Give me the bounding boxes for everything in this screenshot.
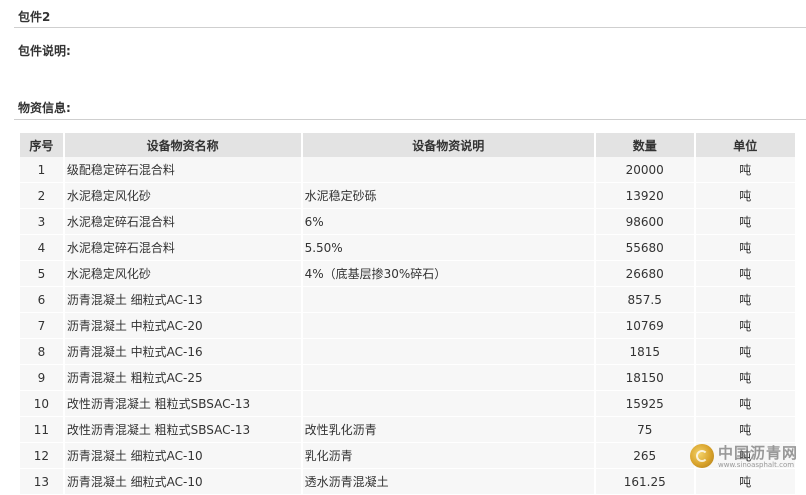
cell-quantity: 265 — [595, 443, 694, 469]
cell-unit: 吨 — [695, 391, 795, 417]
cell-unit: 吨 — [695, 209, 795, 235]
header-unit: 单位 — [695, 133, 795, 157]
package-title: 包件2 — [18, 10, 51, 24]
cell-no: 1 — [20, 157, 63, 183]
table-row: 2 水泥稳定风化砂 水泥稳定砂砾 13920 吨 — [20, 183, 795, 209]
cell-quantity: 13920 — [595, 183, 694, 209]
header-description: 设备物资说明 — [302, 133, 594, 157]
cell-unit: 吨 — [695, 157, 795, 183]
watermark-text: 中国沥青网 — [718, 444, 799, 462]
cell-name: 沥青混凝土 细粒式AC-10 — [64, 443, 301, 469]
cell-quantity: 55680 — [595, 235, 694, 261]
table-row: 11 改性沥青混凝土 粗粒式SBSAC-13 改性乳化沥青 75 吨 — [20, 417, 795, 443]
header-no: 序号 — [20, 133, 63, 157]
cell-no: 4 — [20, 235, 63, 261]
materials-table: 序号 设备物资名称 设备物资说明 数量 单位 1 级配稳定碎石混合料 20000 吨 2… — [18, 133, 797, 495]
cell-quantity: 18150 — [595, 365, 694, 391]
materials-divider — [14, 119, 806, 120]
cell-name: 水泥稳定风化砂 — [64, 261, 301, 287]
cell-name: 级配稳定碎石混合料 — [64, 157, 301, 183]
table-header-row: 序号 设备物资名称 设备物资说明 数量 单位 — [20, 133, 795, 157]
package-description-label: 包件说明: — [18, 44, 71, 58]
table-row: 3 水泥稳定碎石混合料 6% 98600 吨 — [20, 209, 795, 235]
cell-no: 8 — [20, 339, 63, 365]
cell-description: 乳化沥青 — [302, 443, 594, 469]
cell-no: 2 — [20, 183, 63, 209]
cell-name: 水泥稳定碎石混合料 — [64, 209, 301, 235]
table-row: 6 沥青混凝土 细粒式AC-13 857.5 吨 — [20, 287, 795, 313]
cell-no: 7 — [20, 313, 63, 339]
header-name: 设备物资名称 — [64, 133, 301, 157]
cell-quantity: 161.25 — [595, 469, 694, 495]
cell-quantity: 1815 — [595, 339, 694, 365]
asphalt-logo-icon — [690, 444, 714, 468]
cell-unit: 吨 — [695, 417, 795, 443]
cell-no: 9 — [20, 365, 63, 391]
cell-name: 沥青混凝土 粗粒式AC-25 — [64, 365, 301, 391]
cell-quantity: 98600 — [595, 209, 694, 235]
cell-no: 6 — [20, 287, 63, 313]
cell-name: 水泥稳定碎石混合料 — [64, 235, 301, 261]
watermark-url: www.sinoasphalt.com — [718, 461, 795, 469]
cell-unit: 吨 — [695, 339, 795, 365]
cell-description — [302, 365, 594, 391]
cell-no: 13 — [20, 469, 63, 495]
cell-description: 4%（底基层掺30%碎石） — [302, 261, 594, 287]
cell-description — [302, 287, 594, 313]
cell-unit: 吨 — [695, 365, 795, 391]
cell-name: 沥青混凝土 中粒式AC-16 — [64, 339, 301, 365]
cell-quantity: 857.5 — [595, 287, 694, 313]
cell-description: 5.50% — [302, 235, 594, 261]
table-row: 1 级配稳定碎石混合料 20000 吨 — [20, 157, 795, 183]
cell-no: 3 — [20, 209, 63, 235]
cell-description: 透水沥青混凝土 — [302, 469, 594, 495]
cell-description: 6% — [302, 209, 594, 235]
cell-unit: 吨 — [695, 183, 795, 209]
cell-name: 改性沥青混凝土 粗粒式SBSAC-13 — [64, 391, 301, 417]
title-divider — [14, 27, 806, 28]
table-row: 13 沥青混凝土 细粒式AC-10 透水沥青混凝土 161.25 吨 — [20, 469, 795, 495]
cell-no: 11 — [20, 417, 63, 443]
cell-quantity: 75 — [595, 417, 694, 443]
cell-name: 沥青混凝土 中粒式AC-20 — [64, 313, 301, 339]
table-row: 12 沥青混凝土 细粒式AC-10 乳化沥青 265 吨 — [20, 443, 795, 469]
cell-name: 沥青混凝土 细粒式AC-10 — [64, 469, 301, 495]
table-row: 4 水泥稳定碎石混合料 5.50% 55680 吨 — [20, 235, 795, 261]
cell-description: 改性乳化沥青 — [302, 417, 594, 443]
cell-quantity: 10769 — [595, 313, 694, 339]
table-row: 9 沥青混凝土 粗粒式AC-25 18150 吨 — [20, 365, 795, 391]
cell-name: 改性沥青混凝土 粗粒式SBSAC-13 — [64, 417, 301, 443]
cell-unit: 吨 — [695, 261, 795, 287]
cell-description — [302, 339, 594, 365]
cell-quantity: 15925 — [595, 391, 694, 417]
table-row: 8 沥青混凝土 中粒式AC-16 1815 吨 — [20, 339, 795, 365]
header-quantity: 数量 — [595, 133, 694, 157]
table-row: 7 沥青混凝土 中粒式AC-20 10769 吨 — [20, 313, 795, 339]
cell-unit: 吨 — [695, 235, 795, 261]
cell-no: 12 — [20, 443, 63, 469]
cell-no: 5 — [20, 261, 63, 287]
cell-description: 水泥稳定砂砾 — [302, 183, 594, 209]
cell-no: 10 — [20, 391, 63, 417]
materials-info-label: 物资信息: — [18, 101, 71, 115]
cell-quantity: 20000 — [595, 157, 694, 183]
cell-description — [302, 313, 594, 339]
cell-unit: 吨 — [695, 313, 795, 339]
cell-quantity: 26680 — [595, 261, 694, 287]
cell-name: 沥青混凝土 细粒式AC-13 — [64, 287, 301, 313]
table-row: 5 水泥稳定风化砂 4%（底基层掺30%碎石） 26680 吨 — [20, 261, 795, 287]
cell-description — [302, 157, 594, 183]
cell-description — [302, 391, 594, 417]
cell-name: 水泥稳定风化砂 — [64, 183, 301, 209]
table-row: 10 改性沥青混凝土 粗粒式SBSAC-13 15925 吨 — [20, 391, 795, 417]
cell-unit: 吨 — [695, 287, 795, 313]
site-watermark: 中国沥青网 www.sinoasphalt.com — [690, 441, 802, 473]
